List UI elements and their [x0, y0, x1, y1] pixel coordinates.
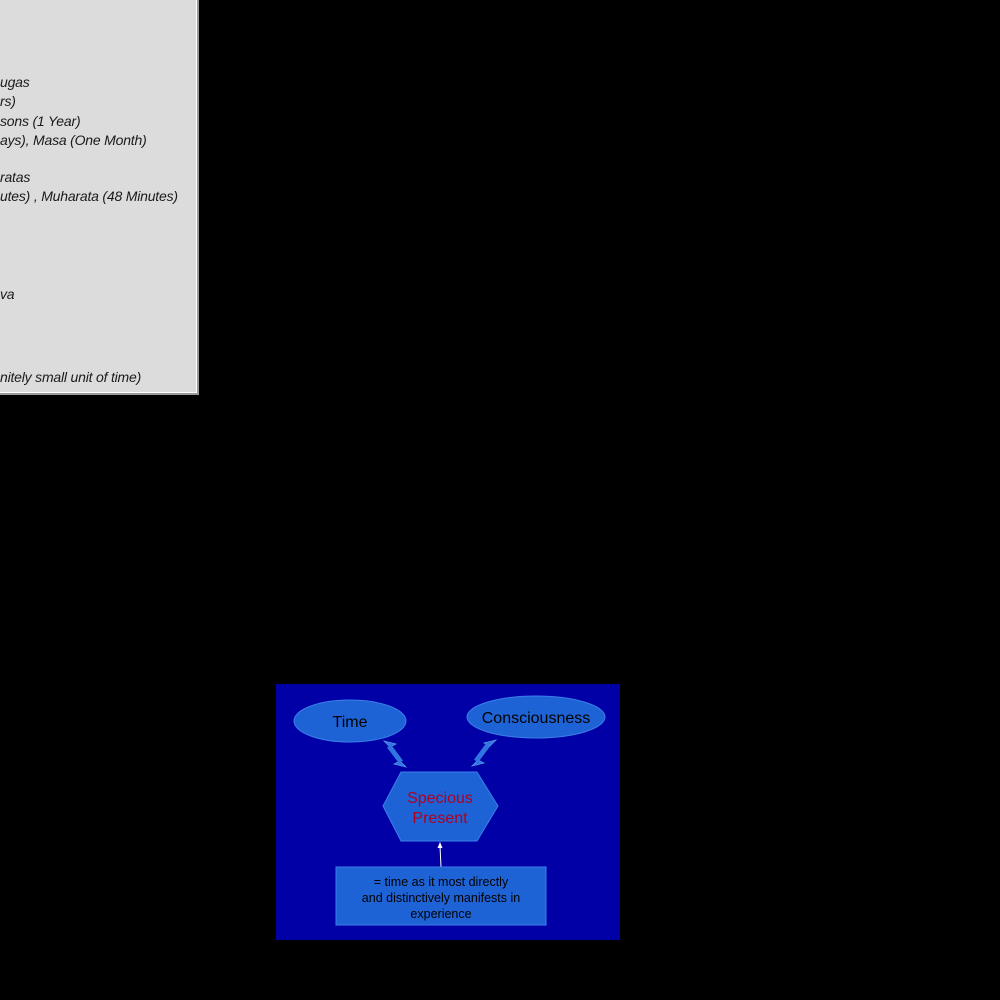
double-arrow-right-icon [470, 739, 498, 767]
definition-line-1: = time as it most directly [373, 875, 509, 889]
panel-line-small-unit: nitely small unit of time) [0, 369, 142, 385]
connector-line [439, 845, 442, 868]
panel-line-muharata: utes) , Muharata (48 Minutes) [0, 188, 178, 204]
definition-line-3: experience [410, 907, 472, 921]
panel-line-va: va [0, 286, 15, 302]
connector-arrowhead-icon [437, 842, 443, 848]
panel-line-seasons: sons (1 Year) [0, 113, 81, 129]
double-arrow-left-icon [382, 740, 408, 768]
consciousness-label: Consciousness [482, 710, 591, 727]
time-label: Time [333, 714, 368, 731]
panel-line-yugas: ugas [0, 74, 30, 90]
present-label: Present [412, 810, 468, 827]
time-units-panel: ugas rs) sons (1 Year) ays), Masa (One M… [0, 0, 199, 395]
specious-present-diagram: Time Consciousness Specious Present = ti… [276, 684, 620, 940]
panel-line-years: rs) [0, 93, 16, 109]
specious-label: Specious [407, 790, 473, 807]
panel-line-muharatas: ratas [0, 169, 31, 185]
definition-text: = time as it most directly and distincti… [336, 874, 546, 922]
panel-line-masa: ays), Masa (One Month) [0, 132, 147, 148]
definition-line-2: and distinctively manifests in [361, 891, 521, 905]
